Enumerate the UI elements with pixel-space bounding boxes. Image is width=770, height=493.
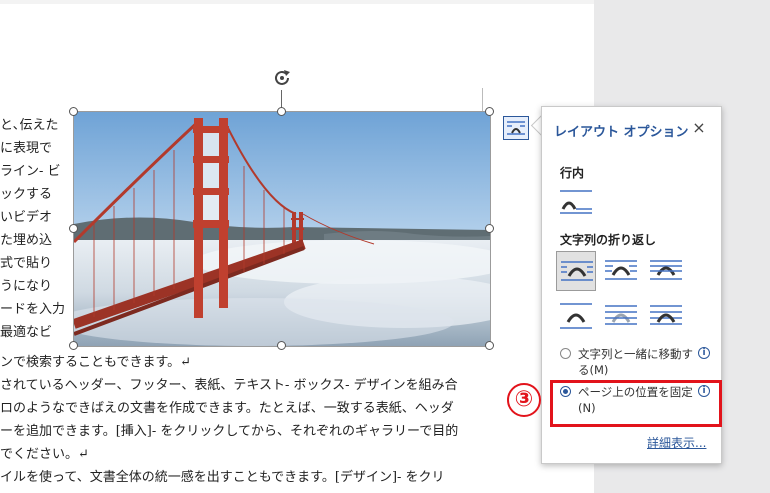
inline-with-text-icon xyxy=(560,190,592,214)
wrap-top-bottom-icon xyxy=(560,303,592,329)
text-line: ーを追加できます。[挿入]- をクリックしてから、それぞれのギャラリーで目的 xyxy=(0,424,459,439)
golden-gate-photo xyxy=(74,112,490,346)
resize-handle-left[interactable] xyxy=(69,224,78,233)
annotation-highlight-box xyxy=(550,380,722,427)
selected-picture[interactable] xyxy=(73,111,491,347)
move-with-text-label: 文字列と一緒に移動する(M) xyxy=(578,347,693,377)
resize-handle-bottom-left[interactable] xyxy=(69,341,78,350)
wrap-tight-option[interactable] xyxy=(601,251,641,291)
text-line: 式で貼り xyxy=(0,256,53,271)
text-line: ックする xyxy=(0,187,53,202)
in-front-of-text-icon xyxy=(650,305,682,325)
wrap-behind-text-option[interactable] xyxy=(601,296,641,336)
text-line: ンで検索することもできます。↵ xyxy=(0,355,192,370)
info-icon[interactable]: i xyxy=(698,347,710,359)
page-top-strip xyxy=(0,0,594,4)
step-number-badge: ③ xyxy=(507,383,541,417)
resize-handle-top-right[interactable] xyxy=(485,107,494,116)
close-icon[interactable]: × xyxy=(690,119,708,137)
layout-options-button[interactable] xyxy=(503,116,529,140)
resize-handle-bottom[interactable] xyxy=(277,341,286,350)
rotate-handle-icon[interactable] xyxy=(270,66,294,90)
behind-text-icon xyxy=(605,305,637,325)
see-more-link[interactable]: 詳細表示... xyxy=(647,434,706,451)
wrap-section-label: 文字列の折り返し xyxy=(560,233,657,247)
resize-handle-bottom-right[interactable] xyxy=(485,341,494,350)
text-line: ードを入力 xyxy=(0,302,66,317)
text-line: されているヘッダー、フッター、表紙、テキスト- ボックス- デザインを組み合 xyxy=(0,378,458,393)
wrap-in-front-option[interactable] xyxy=(646,296,686,336)
wrap-text-icon xyxy=(507,121,525,135)
resize-handle-top[interactable] xyxy=(277,107,286,116)
text-line: た埋め込 xyxy=(0,233,53,248)
text-line: いビデオ xyxy=(0,210,53,225)
inline-with-text-option[interactable] xyxy=(556,183,596,223)
inline-section-label: 行内 xyxy=(560,166,585,180)
wrap-through-icon xyxy=(650,260,682,280)
text-line: イルを使って、文書全体の統一感を出すこともできます。[デザイン]- をクリ xyxy=(0,470,445,485)
wrap-square-option[interactable] xyxy=(556,251,596,291)
wrap-through-option[interactable] xyxy=(646,251,686,291)
image-guide-line xyxy=(482,88,483,112)
panel-title: レイアウト オプション xyxy=(554,125,689,140)
move-with-text-option[interactable]: 文字列と一緒に移動する(M) xyxy=(560,346,710,380)
wrap-top-bottom-option[interactable] xyxy=(556,296,596,336)
text-line: うになり xyxy=(0,279,53,294)
wrap-square-icon xyxy=(561,261,593,281)
text-line: 最適なビ xyxy=(0,325,53,340)
resize-handle-right[interactable] xyxy=(485,224,494,233)
resize-handle-top-left[interactable] xyxy=(69,107,78,116)
text-line: ライン- ビ xyxy=(0,164,61,179)
text-line: ロのようなできばえの文書を作成できます。たとえば、一致する表紙、ヘッダ xyxy=(0,401,454,416)
wrap-tight-icon xyxy=(605,260,637,280)
text-line: でください。↵ xyxy=(0,447,89,462)
move-with-text-radio[interactable] xyxy=(560,348,571,359)
text-line: と､伝えた xyxy=(0,118,59,133)
text-line: に表現で xyxy=(0,141,53,156)
